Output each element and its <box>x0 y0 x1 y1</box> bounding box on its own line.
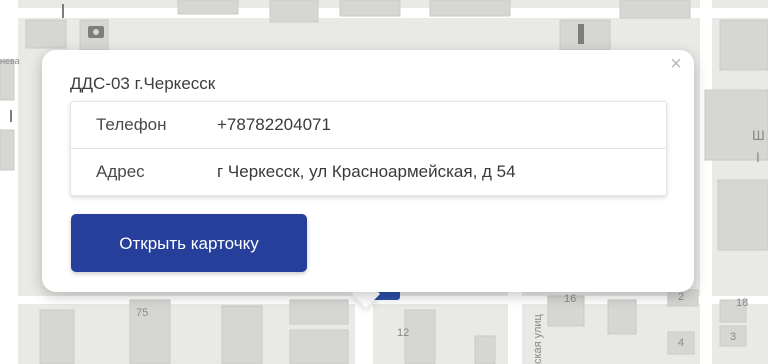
address-label: Адрес <box>96 162 145 181</box>
right-label-fragment-2: I <box>756 149 760 165</box>
street-name-label: ская улиц <box>532 313 544 364</box>
house-number-18: 18 <box>736 297 748 309</box>
phone-value: +78782204071 <box>217 115 331 134</box>
house-number-16: 16 <box>564 293 576 305</box>
open-card-button[interactable]: Открыть карточку <box>71 214 307 272</box>
popup-title: ДДС-03 г.Черкесск <box>70 74 216 93</box>
house-number-3: 3 <box>730 331 736 343</box>
house-number-75: 75 <box>136 307 148 319</box>
info-row-address: Адрес г Черкесск, ул Красноармейская, д … <box>71 148 666 195</box>
left-street-label: нева <box>0 56 20 66</box>
house-number-12: 12 <box>397 327 409 339</box>
address-value: г Черкесск, ул Красноармейская, д 54 <box>217 162 516 181</box>
close-icon[interactable]: × <box>666 54 686 74</box>
info-table: Телефон +78782204071 Адрес г Черкесск, у… <box>70 101 667 196</box>
house-number-2: 2 <box>678 291 684 303</box>
right-label-fragment-1: Ш <box>752 127 765 143</box>
phone-label: Телефон <box>96 115 167 134</box>
poi-camera-icon <box>88 26 104 38</box>
object-info-popup: × ДДС-03 г.Черкесск Телефон +78782204071… <box>42 50 694 292</box>
info-row-phone: Телефон +78782204071 <box>71 102 666 148</box>
house-number-4: 4 <box>678 337 684 349</box>
